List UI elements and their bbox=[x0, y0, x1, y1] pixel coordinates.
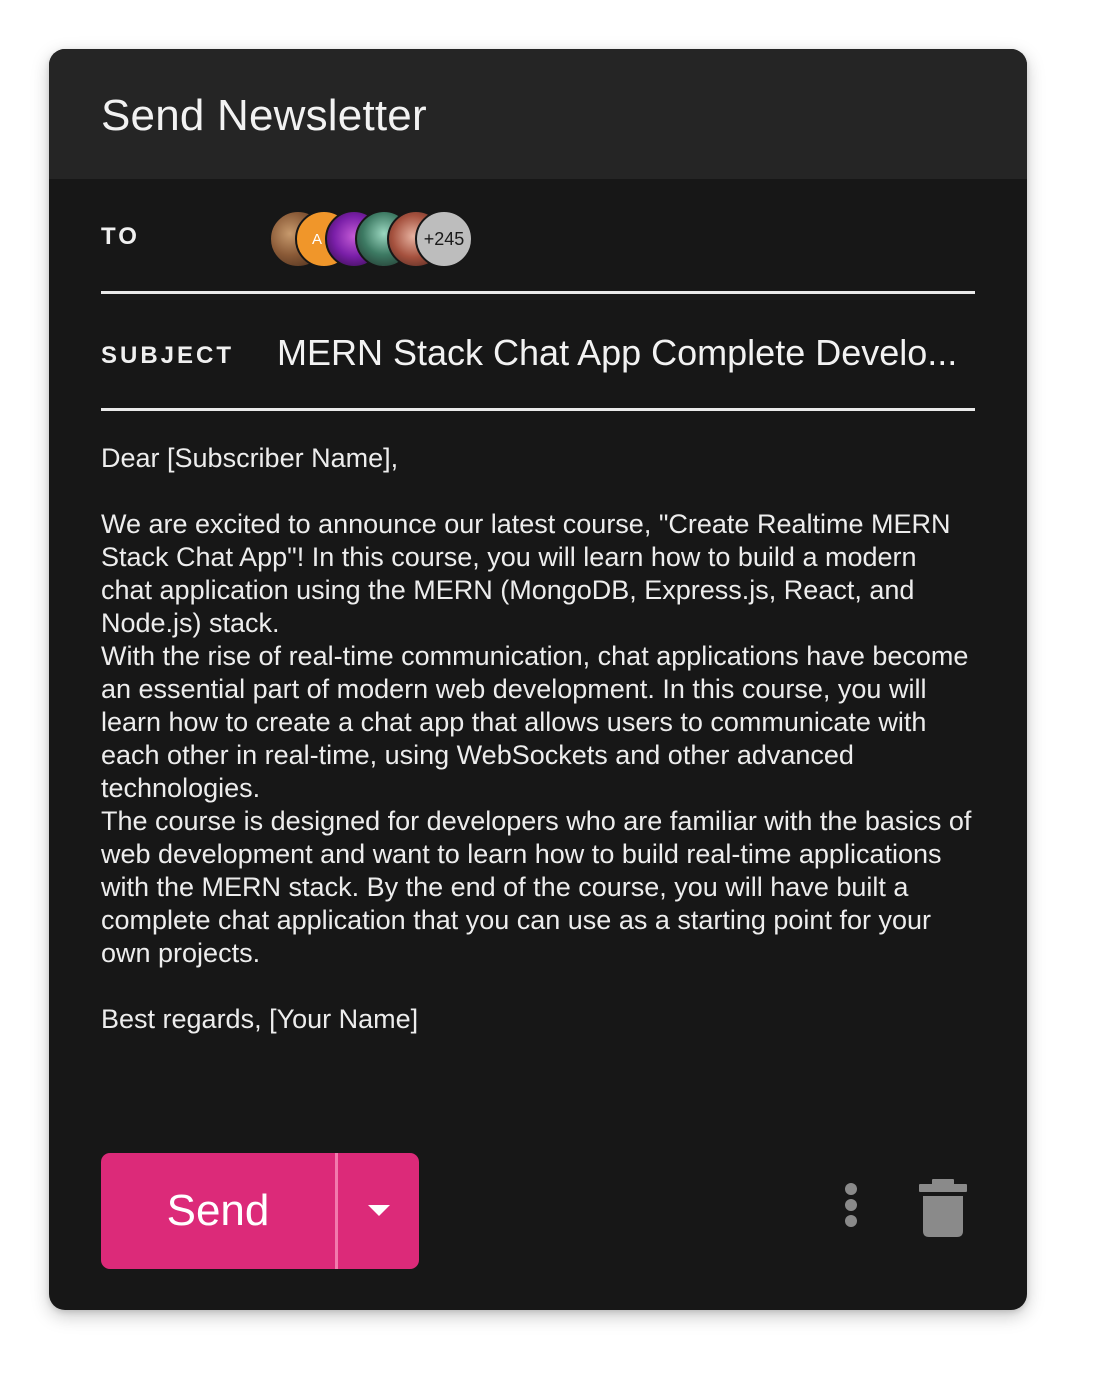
send-button-group: Send bbox=[101, 1153, 419, 1269]
subject-field[interactable]: SUBJECT MERN Stack Chat App Complete Dev… bbox=[101, 294, 975, 411]
page-title: Send Newsletter bbox=[101, 91, 427, 140]
message-body[interactable]: Dear [Subscriber Name], We are excited t… bbox=[101, 442, 975, 1036]
card-header: Send Newsletter bbox=[49, 49, 1027, 179]
subject-input[interactable]: MERN Stack Chat App Complete Develo... bbox=[277, 331, 975, 375]
body-signoff: Best regards, [Your Name] bbox=[101, 1004, 419, 1034]
send-button[interactable]: Send bbox=[101, 1153, 335, 1269]
more-recipients-count: +245 bbox=[423, 228, 465, 249]
body-paragraph-3: The course is designed for developers wh… bbox=[101, 806, 972, 968]
delete-button[interactable] bbox=[915, 1175, 971, 1241]
newsletter-card: Send Newsletter TO A +245 SUBJECT MERN S… bbox=[49, 49, 1027, 1310]
to-field[interactable]: TO A +245 bbox=[101, 179, 975, 294]
more-options-button[interactable] bbox=[831, 1179, 871, 1239]
trash-icon bbox=[919, 1179, 967, 1237]
caret-down-icon bbox=[367, 1205, 390, 1216]
more-recipients-badge[interactable]: +245 bbox=[415, 210, 473, 268]
subject-label: SUBJECT bbox=[101, 342, 235, 369]
send-options-button[interactable] bbox=[338, 1153, 419, 1269]
body-paragraph-1: We are excited to announce our latest co… bbox=[101, 509, 951, 638]
body-paragraph-2: With the rise of real-time communication… bbox=[101, 641, 969, 803]
body-greeting: Dear [Subscriber Name], bbox=[101, 443, 399, 473]
more-vertical-icon bbox=[845, 1183, 857, 1227]
to-label: TO bbox=[101, 223, 140, 250]
